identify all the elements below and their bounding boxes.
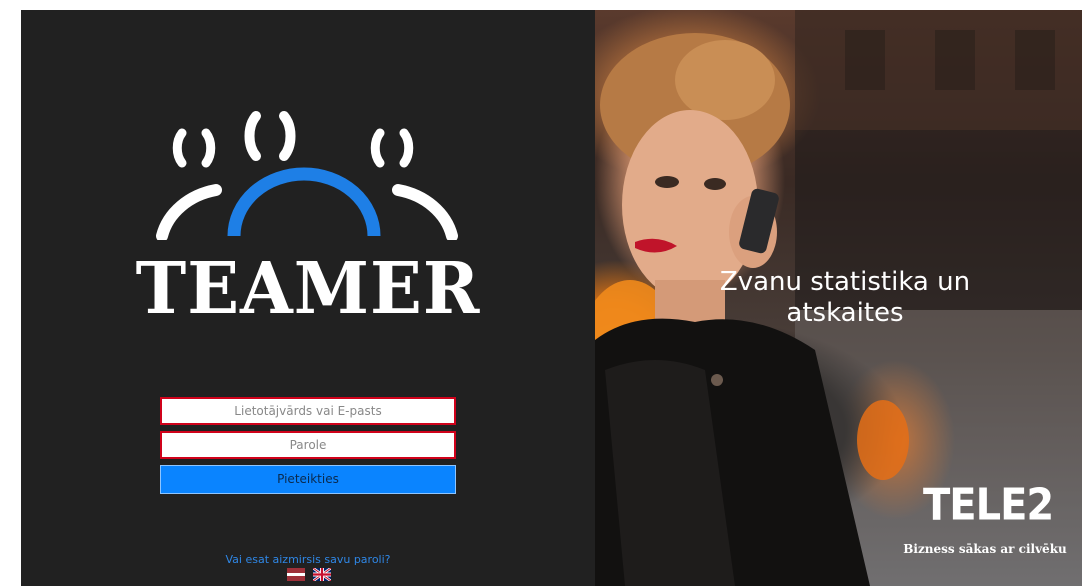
tele2-slogan: Bizness sākas ar cilvēku <box>903 542 1067 556</box>
uk-flag-icon[interactable] <box>313 568 332 581</box>
forgot-password-link[interactable]: Vai esat aizmirsis savu paroli? <box>21 553 595 566</box>
language-switcher <box>287 568 334 581</box>
tagline-line-2: atskaites <box>786 298 904 328</box>
tele2-logo: TELE2 <box>923 479 1054 531</box>
latvia-flag-icon[interactable] <box>287 568 305 581</box>
username-input[interactable] <box>160 397 456 425</box>
login-panel: TEAMER Pieteikties Vai esat aizmirsis sa… <box>21 10 595 586</box>
brand-wordmark: TEAMER <box>135 247 481 331</box>
password-input[interactable] <box>160 431 456 459</box>
promo-panel: Zvanu statistika un atskaites TELE2 Bizn… <box>595 10 1082 586</box>
teamer-logo-icon <box>156 111 458 240</box>
promo-tagline: Zvanu statistika un atskaites <box>695 267 995 329</box>
tagline-line-1: Zvanu statistika un <box>719 267 971 297</box>
login-button[interactable]: Pieteikties <box>160 465 456 494</box>
